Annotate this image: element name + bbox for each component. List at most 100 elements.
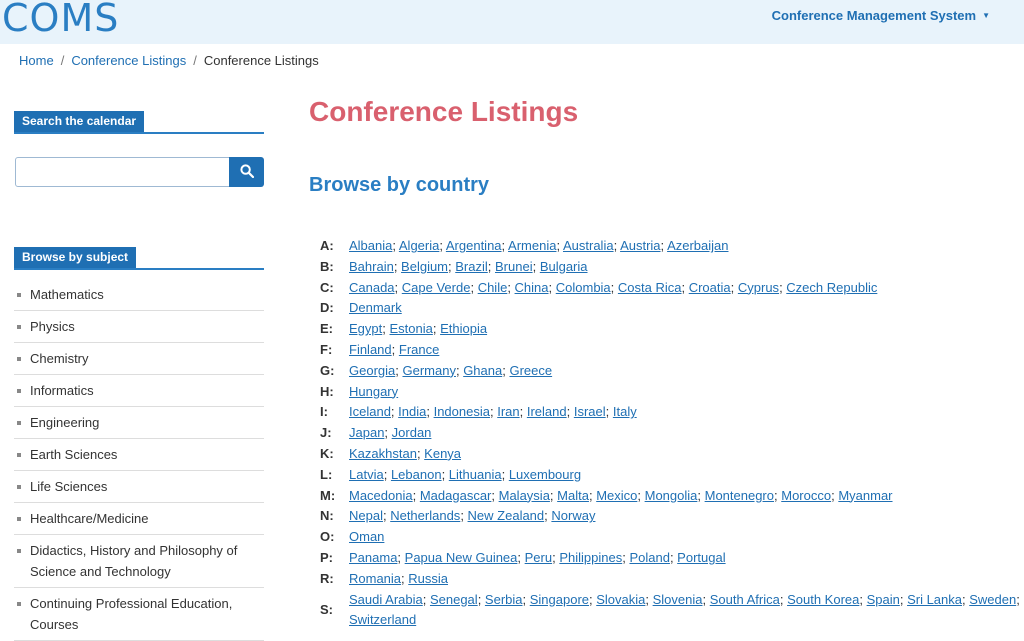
- country-link[interactable]: Colombia: [556, 280, 611, 295]
- subject-item[interactable]: Physics: [14, 311, 264, 343]
- country-link[interactable]: Algeria: [399, 238, 439, 253]
- country-link[interactable]: Macedonia: [349, 488, 413, 503]
- country-link[interactable]: Slovakia: [596, 592, 645, 607]
- country-link[interactable]: Denmark: [349, 300, 402, 315]
- country-link[interactable]: Switzerland: [349, 612, 416, 627]
- subject-item[interactable]: Mathematics: [14, 279, 264, 311]
- breadcrumb-conference-listings[interactable]: Conference Listings: [71, 53, 186, 68]
- country-link[interactable]: Cape Verde: [402, 280, 471, 295]
- country-link[interactable]: Oman: [349, 529, 384, 544]
- country-link[interactable]: Jordan: [392, 425, 432, 440]
- country-link[interactable]: Singapore: [530, 592, 589, 607]
- country-link[interactable]: Czech Republic: [786, 280, 877, 295]
- country-link[interactable]: Belgium: [401, 259, 448, 274]
- country-link[interactable]: Chile: [478, 280, 508, 295]
- country-link[interactable]: Germany: [402, 363, 455, 378]
- site-logo[interactable]: COMS: [2, 0, 119, 40]
- country-link[interactable]: New Zealand: [468, 508, 545, 523]
- country-link[interactable]: Lithuania: [449, 467, 502, 482]
- subject-item[interactable]: Life Sciences: [14, 471, 264, 503]
- country-links: Georgia; Germany; Ghana; Greece: [349, 361, 1020, 382]
- country-link[interactable]: Sri Lanka: [907, 592, 962, 607]
- country-link[interactable]: Montenegro: [705, 488, 774, 503]
- country-link[interactable]: Latvia: [349, 467, 384, 482]
- country-link[interactable]: Italy: [613, 404, 637, 419]
- country-link[interactable]: Kazakhstan: [349, 446, 417, 461]
- country-link[interactable]: Norway: [551, 508, 595, 523]
- country-link[interactable]: Serbia: [485, 592, 523, 607]
- country-link[interactable]: Morocco: [781, 488, 831, 503]
- country-link[interactable]: Ethiopia: [440, 321, 487, 336]
- country-link[interactable]: Greece: [509, 363, 552, 378]
- country-link[interactable]: Estonia: [389, 321, 432, 336]
- country-link[interactable]: Luxembourg: [509, 467, 581, 482]
- country-link[interactable]: South Africa: [710, 592, 780, 607]
- country-link[interactable]: Iceland: [349, 404, 391, 419]
- subject-item[interactable]: Healthcare/Medicine: [14, 503, 264, 535]
- country-link[interactable]: Austria: [620, 238, 660, 253]
- country-link[interactable]: Malaysia: [499, 488, 550, 503]
- country-link[interactable]: China: [515, 280, 549, 295]
- country-link[interactable]: Ireland: [527, 404, 567, 419]
- subject-item[interactable]: Engineering: [14, 407, 264, 439]
- country-link[interactable]: Cyprus: [738, 280, 779, 295]
- country-link[interactable]: Indonesia: [434, 404, 490, 419]
- system-menu-dropdown[interactable]: Conference Management System ▼: [772, 8, 990, 23]
- country-link[interactable]: Brazil: [455, 259, 488, 274]
- country-link[interactable]: Slovenia: [653, 592, 703, 607]
- country-link[interactable]: Russia: [408, 571, 448, 586]
- country-link[interactable]: Iran: [497, 404, 519, 419]
- country-link[interactable]: Myanmar: [838, 488, 892, 503]
- country-link[interactable]: Spain: [867, 592, 900, 607]
- country-link[interactable]: Bahrain: [349, 259, 394, 274]
- breadcrumb-separator: /: [193, 53, 197, 68]
- country-letter: P:: [320, 549, 333, 565]
- country-link[interactable]: Philippines: [559, 550, 622, 565]
- country-link[interactable]: Finland: [349, 342, 392, 357]
- country-link[interactable]: Georgia: [349, 363, 395, 378]
- country-link[interactable]: Bulgaria: [540, 259, 588, 274]
- country-link[interactable]: Madagascar: [420, 488, 492, 503]
- country-link[interactable]: Poland: [629, 550, 669, 565]
- country-link[interactable]: Israel: [574, 404, 606, 419]
- country-link[interactable]: Mongolia: [645, 488, 698, 503]
- country-link[interactable]: Malta: [557, 488, 589, 503]
- country-link[interactable]: Netherlands: [390, 508, 460, 523]
- country-link[interactable]: Kenya: [424, 446, 461, 461]
- subject-item[interactable]: Continuing Professional Education, Cours…: [14, 588, 264, 641]
- country-link[interactable]: Ghana: [463, 363, 502, 378]
- country-link[interactable]: Croatia: [689, 280, 731, 295]
- country-link[interactable]: Albania: [349, 238, 392, 253]
- subject-item[interactable]: Earth Sciences: [14, 439, 264, 471]
- country-link[interactable]: Brunei: [495, 259, 533, 274]
- country-link[interactable]: Canada: [349, 280, 395, 295]
- subject-item[interactable]: Didactics, History and Philosophy of Sci…: [14, 535, 264, 588]
- country-link[interactable]: Japan: [349, 425, 384, 440]
- subject-item[interactable]: Informatics: [14, 375, 264, 407]
- country-link[interactable]: Mexico: [596, 488, 637, 503]
- country-link[interactable]: Sweden: [969, 592, 1016, 607]
- subject-item[interactable]: Chemistry: [14, 343, 264, 375]
- country-link[interactable]: South Korea: [787, 592, 859, 607]
- country-link[interactable]: Panama: [349, 550, 397, 565]
- country-link[interactable]: Argentina: [446, 238, 502, 253]
- country-link[interactable]: Romania: [349, 571, 401, 586]
- country-link[interactable]: France: [399, 342, 439, 357]
- country-link[interactable]: Senegal: [430, 592, 478, 607]
- country-link[interactable]: Australia: [563, 238, 614, 253]
- country-link[interactable]: Nepal: [349, 508, 383, 523]
- country-link[interactable]: Azerbaijan: [667, 238, 728, 253]
- country-link[interactable]: Lebanon: [391, 467, 442, 482]
- country-link[interactable]: Egypt: [349, 321, 382, 336]
- country-link[interactable]: Peru: [525, 550, 552, 565]
- country-link[interactable]: Costa Rica: [618, 280, 682, 295]
- calendar-search-button[interactable]: [229, 157, 264, 187]
- country-link[interactable]: Armenia: [508, 238, 556, 253]
- breadcrumb-home[interactable]: Home: [19, 53, 54, 68]
- country-link[interactable]: Portugal: [677, 550, 725, 565]
- country-link[interactable]: India: [398, 404, 426, 419]
- country-link[interactable]: Saudi Arabia: [349, 592, 423, 607]
- country-link[interactable]: Hungary: [349, 384, 398, 399]
- calendar-search-input[interactable]: [15, 157, 236, 187]
- country-link[interactable]: Papua New Guinea: [405, 550, 518, 565]
